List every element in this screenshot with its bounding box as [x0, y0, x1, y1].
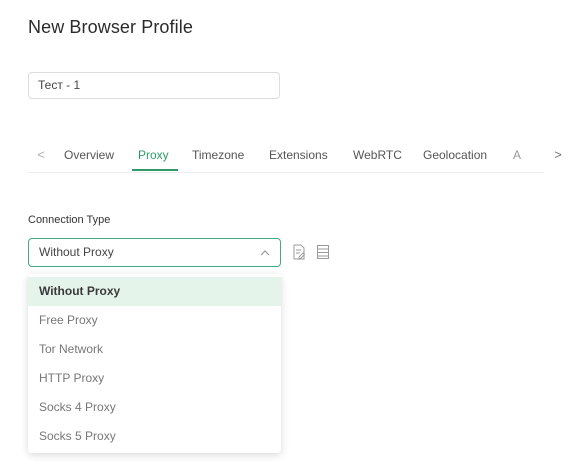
tab-geolocation[interactable]: Geolocation: [423, 148, 487, 162]
tab-overview[interactable]: Overview: [64, 148, 114, 162]
list-icon[interactable]: [316, 244, 330, 260]
option-tor-network[interactable]: Tor Network: [28, 335, 281, 364]
tab-webrtc[interactable]: WebRTC: [353, 148, 402, 162]
tab-timezone[interactable]: Timezone: [192, 148, 244, 162]
connection-type-value: Without Proxy: [39, 245, 114, 259]
page-title: New Browser Profile: [28, 17, 193, 37]
tabs-next-arrow-icon[interactable]: >: [551, 147, 565, 162]
active-tab-indicator: [132, 169, 178, 171]
tab-proxy[interactable]: Proxy: [138, 148, 169, 162]
tab-extensions[interactable]: Extensions: [269, 148, 328, 162]
option-free-proxy[interactable]: Free Proxy: [28, 306, 281, 335]
connection-type-label: Connection Type: [28, 214, 111, 226]
option-without-proxy[interactable]: Without Proxy: [28, 277, 281, 306]
profile-tabs: < Overview Proxy Timezone Extensions Web…: [28, 140, 562, 173]
tabs-prev-arrow-icon[interactable]: <: [34, 147, 48, 162]
option-socks4-proxy[interactable]: Socks 4 Proxy: [28, 393, 281, 422]
tab-truncated[interactable]: A: [513, 148, 521, 162]
connection-type-select[interactable]: Without Proxy: [28, 238, 281, 267]
connection-type-dropdown: Without Proxy Free Proxy Tor Network HTT…: [28, 274, 281, 453]
edit-document-icon[interactable]: [292, 244, 306, 260]
option-http-proxy[interactable]: HTTP Proxy: [28, 364, 281, 393]
profile-name-input[interactable]: Тест - 1: [28, 72, 280, 99]
chevron-up-icon: [260, 239, 270, 277]
option-socks5-proxy[interactable]: Socks 5 Proxy: [28, 422, 281, 451]
